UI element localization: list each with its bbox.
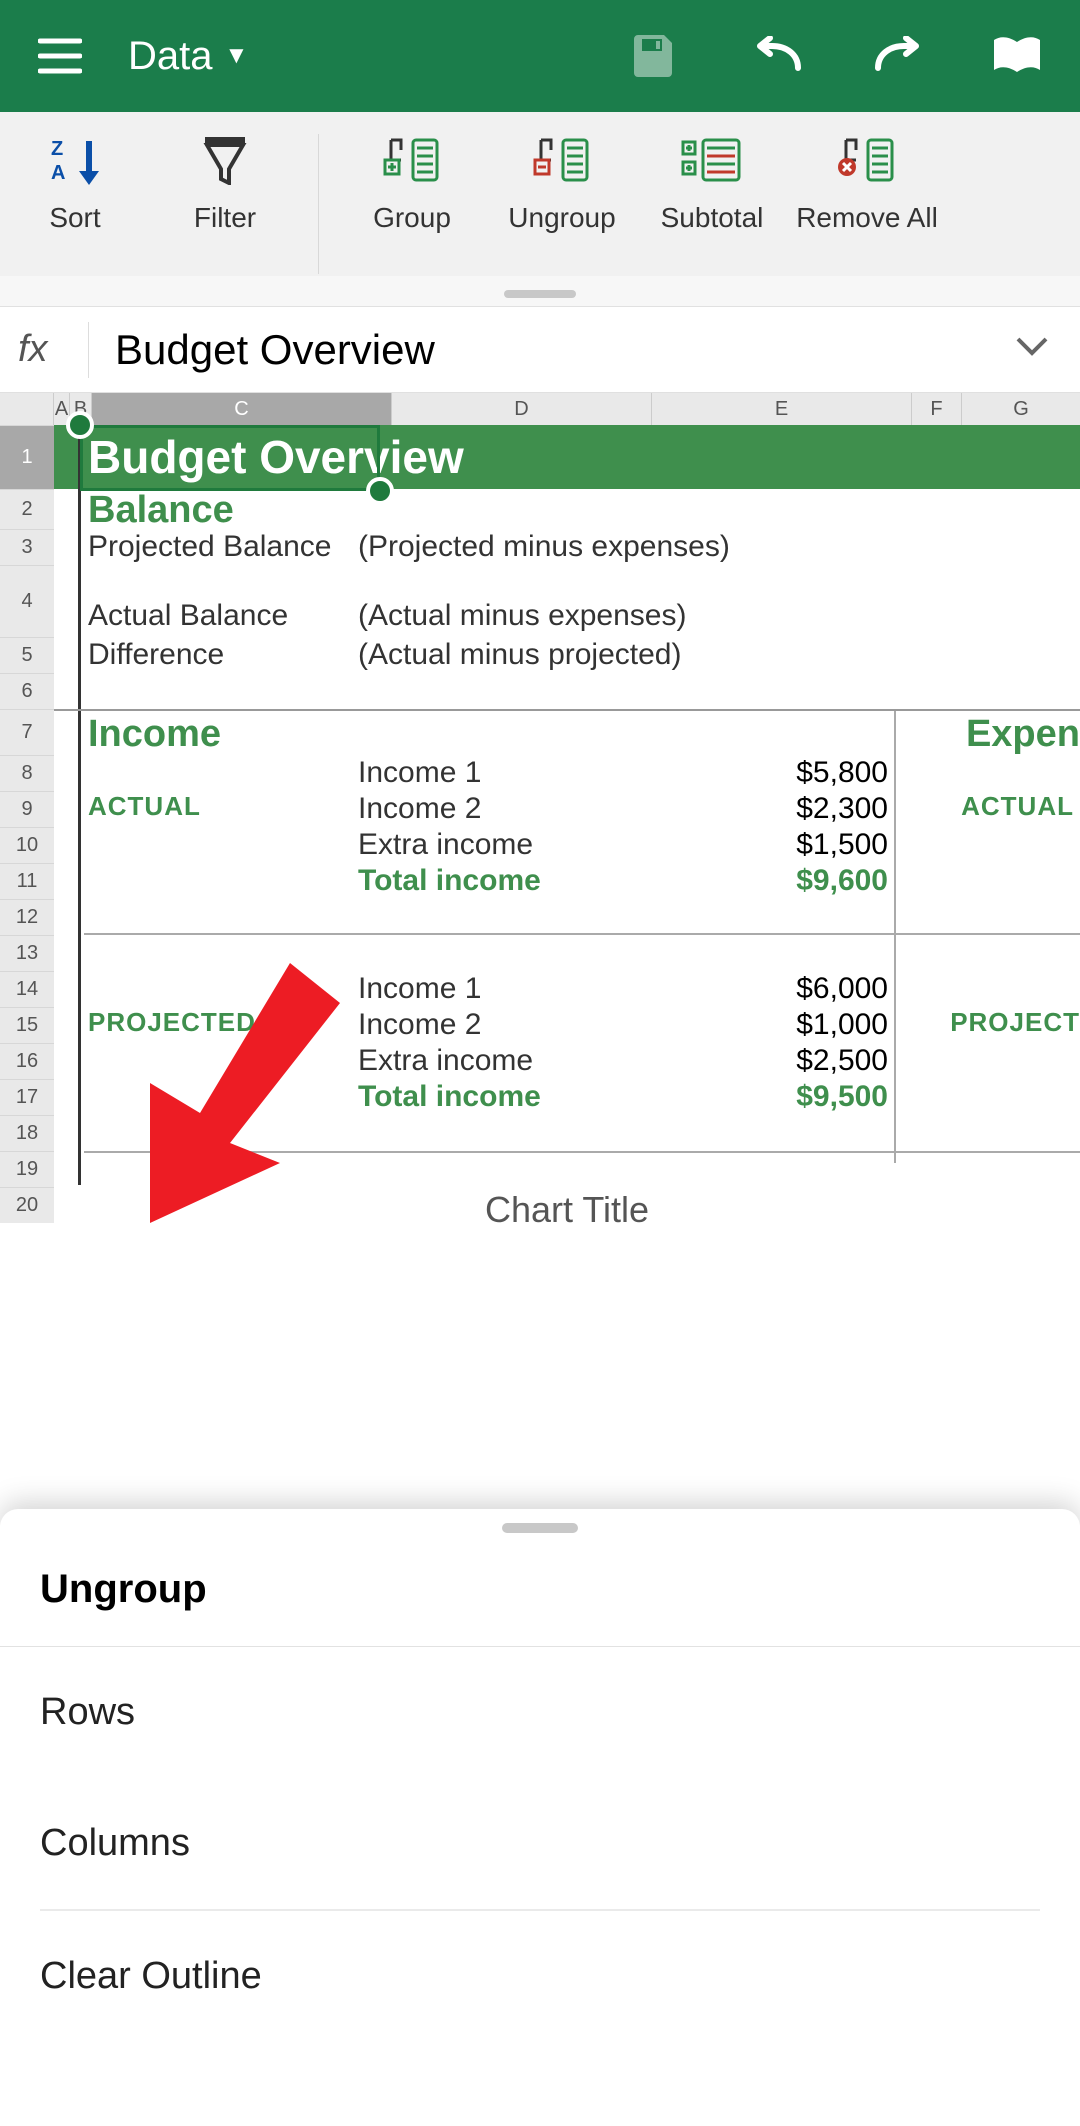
income-heading[interactable]: Income	[88, 713, 221, 756]
caret-down-icon: ▼	[225, 42, 249, 70]
projected-label-right[interactable]: PROJECT	[950, 1007, 1080, 1038]
row-header-8[interactable]: 8	[0, 755, 54, 791]
redo-icon[interactable]	[872, 36, 924, 76]
formula-bar[interactable]: fx Budget Overview	[0, 307, 1080, 393]
col-header-F[interactable]: F	[912, 393, 962, 425]
undo-icon[interactable]	[752, 36, 804, 76]
group-icon	[383, 134, 441, 186]
app-bar: Data ▼	[0, 0, 1080, 112]
ungroup-rows-option[interactable]: Rows	[0, 1647, 1080, 1778]
chart-title[interactable]: Chart Title	[54, 1189, 1080, 1231]
actual-label-right[interactable]: ACTUAL	[961, 791, 1074, 822]
income-proj-0-value[interactable]: $6,000	[638, 972, 888, 1006]
col-header-C[interactable]: C	[92, 393, 392, 425]
income-proj-1-name[interactable]: Income 2	[358, 1008, 638, 1042]
row-header-16[interactable]: 16	[0, 1043, 54, 1079]
income-actual-1-name[interactable]: Income 2	[358, 792, 638, 826]
save-icon[interactable]	[632, 33, 678, 79]
projected-label-left[interactable]: PROJECTED	[88, 1007, 256, 1038]
filter-icon	[201, 134, 249, 186]
income-actual-total-label[interactable]: Total income	[358, 864, 638, 898]
selection-handle-br[interactable]	[366, 477, 394, 505]
svg-text:A: A	[51, 162, 65, 184]
row-header-11[interactable]: 11	[0, 863, 54, 899]
ungroup-icon	[533, 134, 591, 186]
income-proj-total-label[interactable]: Total income	[358, 1080, 638, 1114]
income-actual-2-name[interactable]: Extra income	[358, 828, 638, 862]
row-header-3[interactable]: 3	[0, 529, 54, 565]
sort-button[interactable]: Z A Sort	[0, 134, 150, 234]
row-header-10[interactable]: 10	[0, 827, 54, 863]
expenses-heading[interactable]: Expen	[966, 713, 1080, 756]
row-header-5[interactable]: 5	[0, 637, 54, 673]
income-proj-total-value[interactable]: $9,500	[638, 1080, 888, 1114]
bottom-sheet-ungroup: Ungroup Rows Columns Clear Outline	[0, 1509, 1080, 2126]
sort-icon: Z A	[47, 134, 103, 186]
row-header-9[interactable]: 9	[0, 791, 54, 827]
row-header-6[interactable]: 6	[0, 673, 54, 709]
actual-label-left[interactable]: ACTUAL	[88, 791, 201, 822]
remove-all-button[interactable]: Remove All	[787, 134, 947, 234]
row-header-18[interactable]: 18	[0, 1115, 54, 1151]
col-header-G[interactable]: G	[962, 393, 1080, 425]
income-actual-2-value[interactable]: $1,500	[638, 828, 888, 862]
remove-all-icon	[838, 134, 896, 186]
actual-balance-note[interactable]: (Actual minus expenses)	[358, 599, 686, 633]
row-header-19[interactable]: 19	[0, 1151, 54, 1187]
menu-icon[interactable]	[38, 38, 82, 74]
income-proj-1-value[interactable]: $1,000	[638, 1008, 888, 1042]
difference-note[interactable]: (Actual minus projected)	[358, 638, 681, 672]
balance-heading[interactable]: Balance	[54, 489, 1080, 529]
ribbon: Z A Sort Filter	[0, 112, 1080, 307]
ribbon-tab-selector[interactable]: Data ▼	[128, 34, 248, 79]
chevron-down-icon[interactable]	[1016, 337, 1048, 362]
difference-label[interactable]: Difference	[88, 638, 358, 672]
sheet-content: Budget Overview Balance Projected Balanc…	[54, 425, 1080, 1231]
group-button[interactable]: Group	[337, 134, 487, 234]
row-header-12[interactable]: 12	[0, 899, 54, 935]
income-actual-0-value[interactable]: $5,800	[638, 756, 888, 790]
col-header-D[interactable]: D	[392, 393, 652, 425]
book-icon[interactable]	[992, 36, 1042, 76]
actual-balance-label[interactable]: Actual Balance	[88, 599, 358, 633]
bottom-sheet-title: Ungroup	[0, 1561, 1080, 1646]
row-header-2[interactable]: 2	[0, 489, 54, 529]
income-actual-1-value[interactable]: $2,300	[638, 792, 888, 826]
clear-outline-option[interactable]: Clear Outline	[0, 1911, 1080, 2042]
svg-text:Z: Z	[51, 138, 63, 160]
column-headers: A B C D E F G	[0, 393, 1080, 425]
row-header-14[interactable]: 14	[0, 971, 54, 1007]
income-actual-0-name[interactable]: Income 1	[358, 756, 638, 790]
ungroup-columns-option[interactable]: Columns	[0, 1778, 1080, 1909]
formula-value: Budget Overview	[115, 326, 1016, 374]
income-actual-total-value[interactable]: $9,600	[638, 864, 888, 898]
ribbon-tab-label: Data	[128, 34, 213, 79]
row-header-7[interactable]: 7	[0, 709, 54, 755]
col-header-E[interactable]: E	[652, 393, 912, 425]
bottom-sheet-drag-handle[interactable]	[502, 1523, 578, 1533]
row-header-1[interactable]: 1	[0, 425, 54, 489]
selection-box	[80, 425, 380, 491]
ungroup-button[interactable]: Ungroup	[487, 134, 637, 234]
income-proj-2-name[interactable]: Extra income	[358, 1044, 638, 1078]
subtotal-icon	[681, 134, 743, 186]
subtotal-button[interactable]: Subtotal	[637, 134, 787, 234]
fx-icon: fx	[18, 328, 88, 371]
row-header-4[interactable]: 4	[0, 565, 54, 637]
income-proj-0-name[interactable]: Income 1	[358, 972, 638, 1006]
ribbon-drag-handle[interactable]	[504, 290, 576, 298]
projected-balance-label[interactable]: Projected Balance	[88, 530, 358, 564]
spreadsheet[interactable]: A B C D E F G 1 2 3 4 5 6 7 8 9 10 11 12…	[0, 393, 1080, 1513]
selection-handle-tl[interactable]	[66, 411, 94, 439]
row-header-17[interactable]: 17	[0, 1079, 54, 1115]
filter-button[interactable]: Filter	[150, 134, 300, 234]
row-header-15[interactable]: 15	[0, 1007, 54, 1043]
income-proj-2-value[interactable]: $2,500	[638, 1044, 888, 1078]
row-header-20[interactable]: 20	[0, 1187, 54, 1223]
row-header-13[interactable]: 13	[0, 935, 54, 971]
projected-balance-note[interactable]: (Projected minus expenses)	[358, 530, 730, 564]
